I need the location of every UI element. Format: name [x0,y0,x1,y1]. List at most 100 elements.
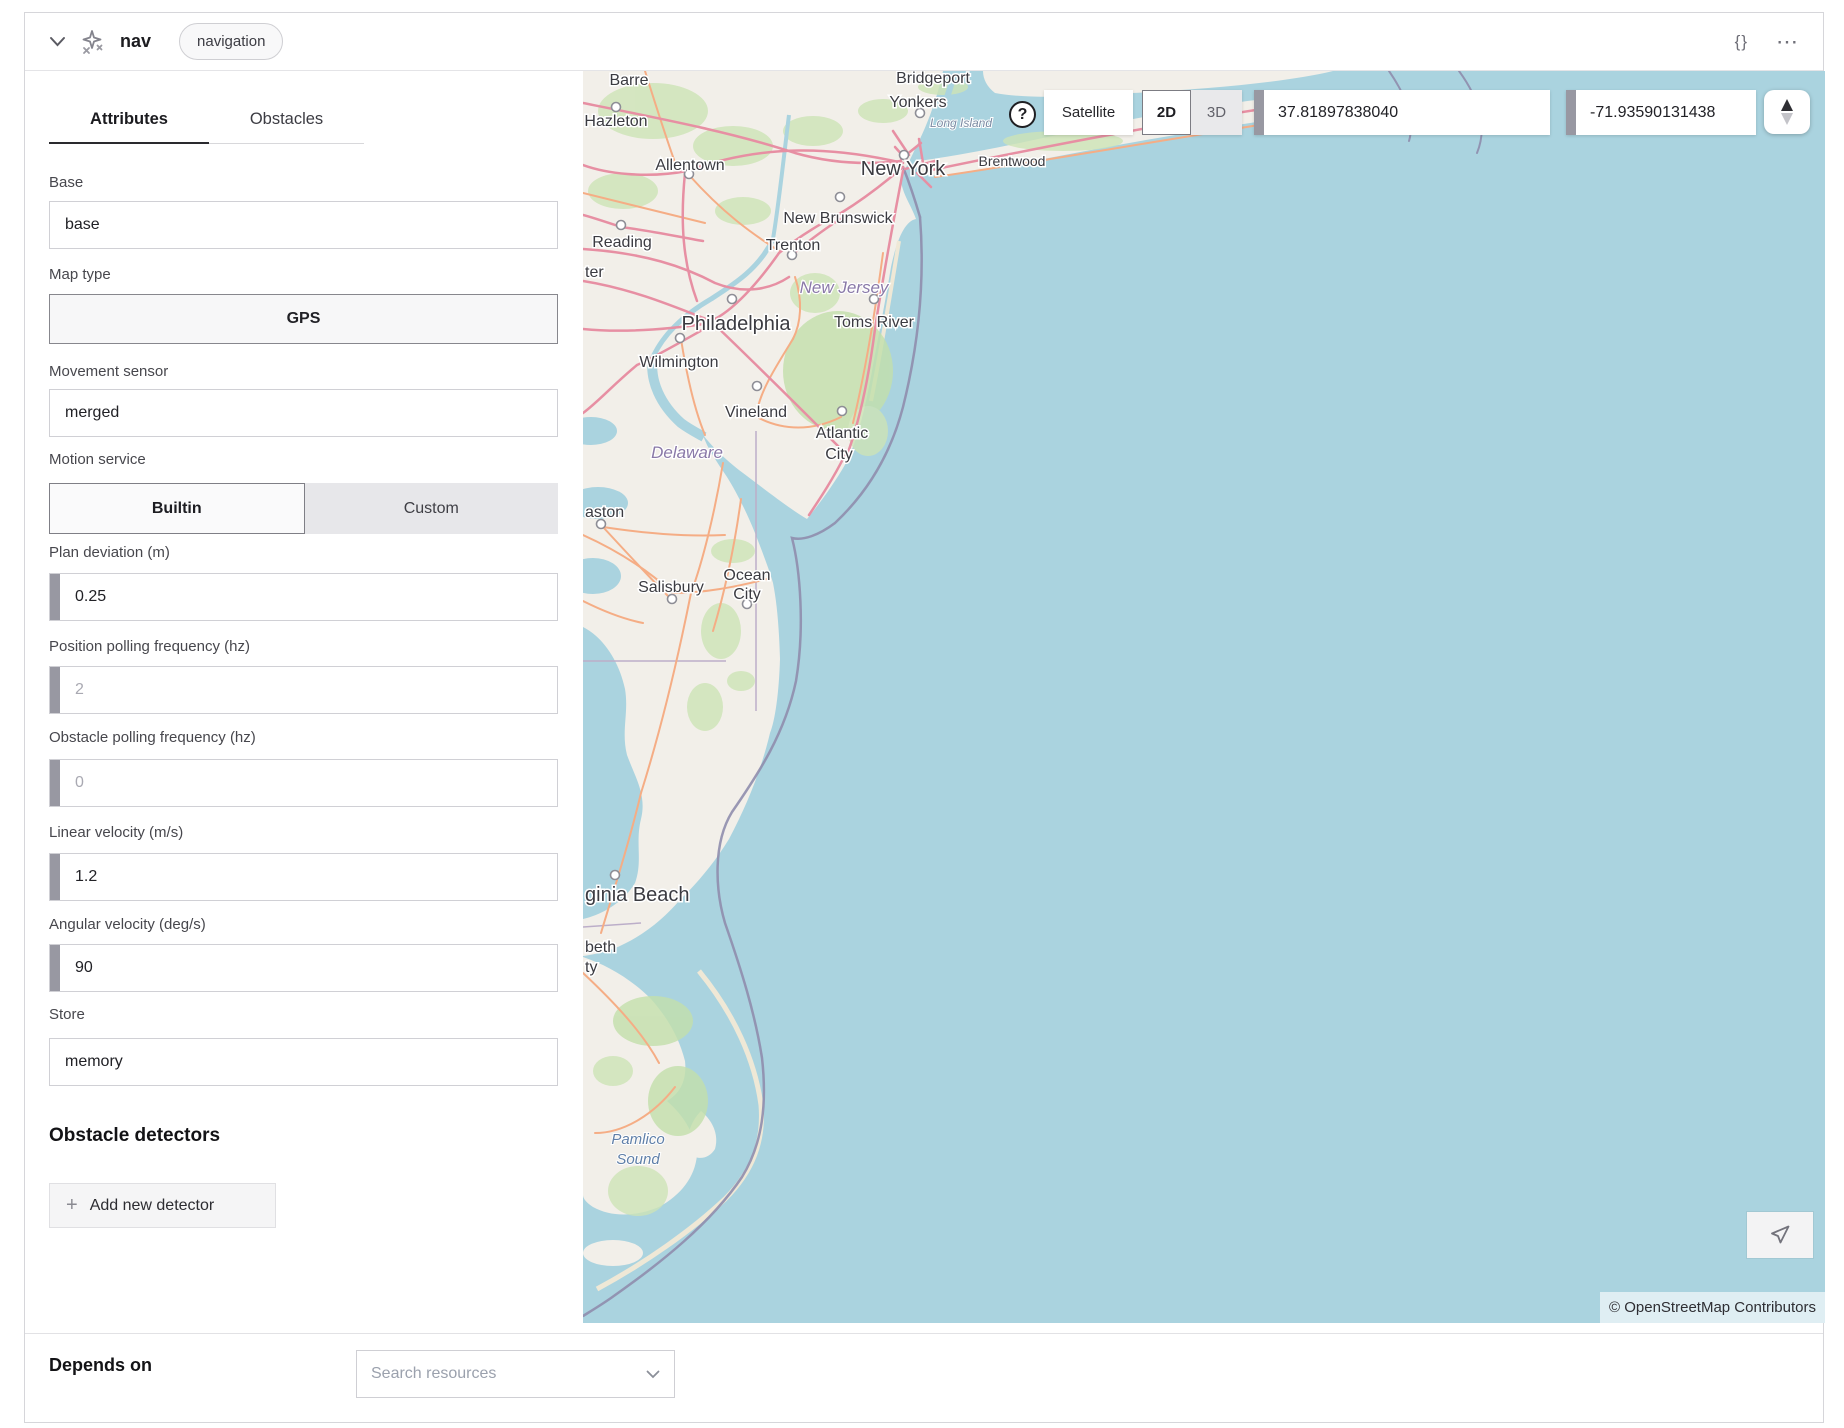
number-drag-handle[interactable] [50,854,60,900]
nc-island [583,1240,643,1266]
map-label: Salisbury [638,579,704,596]
number-drag-handle[interactable] [50,667,60,713]
map-label: ginia Beach [585,884,690,906]
depends-on-heading: Depends on [49,1355,152,1376]
map-type-gps-button[interactable]: GPS [49,294,558,344]
movement-sensor-label: Movement sensor [49,363,168,380]
number-drag-handle[interactable] [50,574,60,620]
latitude-input-wrap [1254,90,1550,135]
plan-deviation-label: Plan deviation (m) [49,544,170,561]
map-label: ter [585,264,604,281]
plan-deviation-input[interactable] [60,574,557,620]
locate-button[interactable] [1747,1212,1813,1258]
map-label: beth [585,939,616,956]
map-label: Trenton [766,237,821,254]
map-label: Long Island [930,116,992,130]
page: nav navigation {} ⋯ Attributes Obstacles… [0,0,1844,1428]
movement-sensor-input[interactable] [50,390,557,436]
map-2d-button[interactable]: 2D [1142,90,1191,135]
motion-service-custom-option[interactable]: Custom [305,483,559,534]
number-drag-handle[interactable] [1254,90,1264,135]
map-label: New Jersey [800,278,890,297]
obstacle-detectors-heading: Obstacle detectors [49,1125,220,1147]
navigation-arrow-icon [1768,1223,1792,1247]
map-label: Ocean [723,567,770,584]
plus-icon: + [66,1194,78,1217]
obstacle-polling-input-wrap [49,759,558,807]
map-label: Sound [616,1151,660,1168]
map-label: Pamlico [611,1131,664,1148]
number-drag-handle[interactable] [50,945,60,991]
map-label: Wilmington [639,354,718,371]
chevron-down-icon [646,1370,660,1379]
movement-sensor-input-wrap [49,389,558,437]
map-3d-button[interactable]: 3D [1191,90,1242,135]
motion-service-toggle: Builtin Custom [49,483,558,534]
navigation-map[interactable]: Barre Hazleton Allentown Reading ter Yonkers B… [583,71,1825,1323]
map-label: Yonkers [889,94,946,111]
longitude-input[interactable] [1576,104,1756,122]
store-label: Store [49,1006,85,1023]
map-label: Hazleton [584,113,647,130]
angular-velocity-label: Angular velocity (deg/s) [49,916,206,933]
map-type-label: Map type [49,266,111,283]
map-help-button[interactable]: ? [1009,101,1036,128]
motion-service-label: Motion service [49,451,146,468]
map-label: Reading [592,234,652,251]
position-polling-input[interactable] [60,667,557,713]
map-label: Brentwood [979,153,1046,169]
satellite-toggle-button[interactable]: Satellite [1044,90,1133,135]
linear-velocity-label: Linear velocity (m/s) [49,824,183,841]
number-drag-handle[interactable] [1566,90,1576,135]
depends-on-section: Depends on Search resources [25,1333,1823,1423]
longitude-input-wrap [1566,90,1756,135]
service-card: nav navigation {} ⋯ Attributes Obstacles… [24,12,1824,1423]
base-input-wrap [49,201,558,249]
service-sparkle-icon [80,29,104,55]
obstacle-polling-label: Obstacle polling frequency (hz) [49,729,256,746]
help-question-icon: ? [1018,106,1028,124]
card-header: nav navigation {} ⋯ [25,13,1823,71]
map-label: Delaware [651,443,723,462]
compass-control[interactable] [1764,90,1810,134]
map-label: aston [585,504,624,521]
tab-attributes[interactable]: Attributes [49,97,209,144]
more-menu-icon[interactable]: ⋯ [1776,37,1799,47]
depends-on-placeholder: Search resources [371,1365,646,1383]
map-label: New Brunswick [783,210,893,227]
service-type-badge: navigation [179,23,283,60]
tab-obstacles[interactable]: Obstacles [209,97,364,144]
map-label: Bridgeport [896,71,970,87]
store-input[interactable] [50,1039,557,1085]
base-input[interactable] [50,202,557,248]
position-polling-label: Position polling frequency (hz) [49,638,250,655]
position-polling-input-wrap [49,666,558,714]
linear-velocity-input-wrap [49,853,558,901]
plan-deviation-input-wrap [49,573,558,621]
json-mode-icon[interactable]: {} [1735,32,1748,52]
collapse-chevron-icon[interactable] [49,36,66,47]
map-label: City [733,586,761,603]
base-label: Base [49,174,83,191]
angular-velocity-input-wrap [49,944,558,992]
map-label: Toms River [834,314,915,331]
map-label: ty [585,959,597,976]
map-label: Vineland [725,404,787,421]
service-name: nav [120,31,151,52]
map-label: New York [861,158,946,180]
map-canvas: Barre Hazleton Allentown Reading ter Yonkers B… [583,71,1825,1323]
obstacle-polling-input[interactable] [60,760,557,806]
map-label: Philadelphia [682,313,792,335]
linear-velocity-input[interactable] [60,854,557,900]
number-drag-handle[interactable] [50,760,60,806]
add-detector-button[interactable]: + Add new detector [49,1183,276,1228]
motion-service-builtin-option[interactable]: Builtin [49,483,305,534]
map-label: Allentown [655,157,724,174]
map-label: Barre [609,72,648,89]
panel-tabs: Attributes Obstacles [49,97,364,144]
angular-velocity-input[interactable] [60,945,557,991]
latitude-input[interactable] [1264,104,1550,122]
store-input-wrap [49,1038,558,1086]
depends-on-select[interactable]: Search resources [356,1350,675,1398]
map-label: City [825,446,853,463]
